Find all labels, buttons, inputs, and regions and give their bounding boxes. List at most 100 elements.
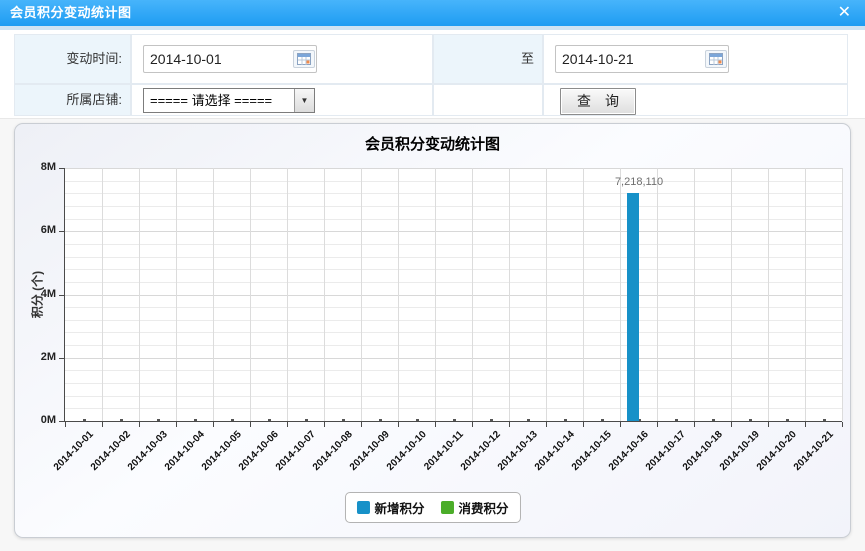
- calendar-glyph: [709, 53, 723, 65]
- legend-item: 消费积分: [441, 498, 509, 517]
- shop-select[interactable]: ===== 请选择 ===== ▼: [143, 88, 315, 113]
- x-axis-minor-mark: [157, 419, 160, 421]
- date-range-label: 变动时间:: [14, 34, 131, 84]
- shop-label: 所属店铺:: [14, 84, 131, 116]
- x-axis-tick: [546, 422, 547, 427]
- x-axis-tick: [620, 422, 621, 427]
- gridline-vertical: [694, 168, 695, 421]
- x-axis-tick: [768, 422, 769, 427]
- x-axis-minor-mark: [268, 419, 271, 421]
- plot-area: 0M2M4M6M8M积分 (个)2014-10-012014-10-022014…: [64, 168, 842, 422]
- x-axis-tick: [657, 422, 658, 427]
- gridline-minor: [65, 269, 842, 270]
- date-from-input[interactable]: [143, 45, 317, 73]
- legend-label: 消费积分: [459, 498, 509, 517]
- x-axis-tick: [472, 422, 473, 427]
- x-axis-tick: [102, 422, 103, 427]
- y-axis-tick: [59, 231, 64, 232]
- x-axis-tick: [398, 422, 399, 427]
- gridline-vertical: [324, 168, 325, 421]
- gridline-minor: [65, 396, 842, 397]
- x-axis-tick: [842, 422, 843, 427]
- gridline-vertical: [398, 168, 399, 421]
- x-axis-minor-mark: [342, 419, 345, 421]
- gridline-minor: [65, 320, 842, 321]
- y-tick-label: 2M: [14, 351, 56, 363]
- x-axis-minor-mark: [453, 419, 456, 421]
- gridline-vertical: [657, 168, 658, 421]
- x-axis-minor-mark: [601, 419, 604, 421]
- gridline-vertical: [768, 168, 769, 421]
- x-axis-minor-mark: [675, 419, 678, 421]
- chart-panel: 会员积分变动统计图 0M2M4M6M8M积分 (个)2014-10-012014…: [14, 123, 851, 538]
- chart-title: 会员积分变动统计图: [15, 133, 850, 154]
- gridline-vertical: [102, 168, 103, 421]
- bar[interactable]: [627, 193, 639, 421]
- x-axis-tick: [176, 422, 177, 427]
- gridline-vertical: [546, 168, 547, 421]
- gridline-minor: [65, 307, 842, 308]
- bar-value-label: 7,218,110: [579, 176, 699, 188]
- x-axis-tick: [583, 422, 584, 427]
- gridline-major: [65, 231, 842, 232]
- gridline-vertical: [213, 168, 214, 421]
- x-axis-minor-mark: [786, 419, 789, 421]
- gridline-minor: [65, 345, 842, 346]
- x-axis-minor-mark: [120, 419, 123, 421]
- x-axis-tick: [694, 422, 695, 427]
- gridline-vertical: [620, 168, 621, 421]
- gridline-vertical: [472, 168, 473, 421]
- x-axis-minor-mark: [83, 419, 86, 421]
- gridline-minor: [65, 181, 842, 182]
- x-axis-minor-mark: [231, 419, 234, 421]
- gridline-vertical: [435, 168, 436, 421]
- close-icon[interactable]: ✕: [838, 2, 851, 24]
- x-axis-tick: [805, 422, 806, 427]
- y-axis-tick: [59, 295, 64, 296]
- gridline-minor: [65, 244, 842, 245]
- gridline-minor: [65, 257, 842, 258]
- statistics-dialog: 会员积分变动统计图 ✕ 变动时间: 至 所属店铺: ===: [0, 0, 865, 551]
- gridline-vertical: [842, 168, 843, 421]
- legend-swatch: [356, 501, 369, 514]
- x-axis-tick: [139, 422, 140, 427]
- gridline-vertical: [805, 168, 806, 421]
- y-tick-label: 8M: [14, 161, 56, 173]
- gridline-minor: [65, 370, 842, 371]
- legend-item: 新增积分: [356, 498, 424, 517]
- y-axis-title: 积分 (个): [29, 254, 46, 334]
- y-axis-tick: [59, 421, 64, 422]
- x-axis-minor-mark: [379, 419, 382, 421]
- calendar-glyph: [297, 53, 311, 65]
- date-to-label: 至: [433, 34, 543, 84]
- x-axis-minor-mark: [490, 419, 493, 421]
- x-axis-tick: [65, 422, 66, 427]
- x-axis-minor-mark: [712, 419, 715, 421]
- chevron-down-icon[interactable]: ▼: [294, 89, 314, 112]
- x-axis-minor-mark: [564, 419, 567, 421]
- gridline-vertical: [361, 168, 362, 421]
- y-axis-tick: [59, 358, 64, 359]
- chart-legend: 新增积分 消费积分: [344, 492, 520, 523]
- x-axis-minor-mark: [527, 419, 530, 421]
- gridline-vertical: [250, 168, 251, 421]
- y-tick-label: 0M: [14, 414, 56, 426]
- x-axis-minor-mark: [416, 419, 419, 421]
- x-axis-tick: [287, 422, 288, 427]
- gridline-vertical: [287, 168, 288, 421]
- dialog-title: 会员积分变动统计图: [10, 0, 132, 26]
- query-button[interactable]: 查 询: [560, 88, 636, 115]
- x-axis-tick: [250, 422, 251, 427]
- x-axis-tick: [435, 422, 436, 427]
- x-axis-tick: [324, 422, 325, 427]
- gridline-major: [65, 295, 842, 296]
- y-tick-label: 6M: [14, 224, 56, 236]
- calendar-icon[interactable]: [293, 50, 315, 68]
- gridline-vertical: [731, 168, 732, 421]
- calendar-icon[interactable]: [705, 50, 727, 68]
- gridline-minor: [65, 408, 842, 409]
- gridline-minor: [65, 282, 842, 283]
- legend-swatch: [441, 501, 454, 514]
- x-axis-minor-mark: [305, 419, 308, 421]
- date-to-input[interactable]: [555, 45, 729, 73]
